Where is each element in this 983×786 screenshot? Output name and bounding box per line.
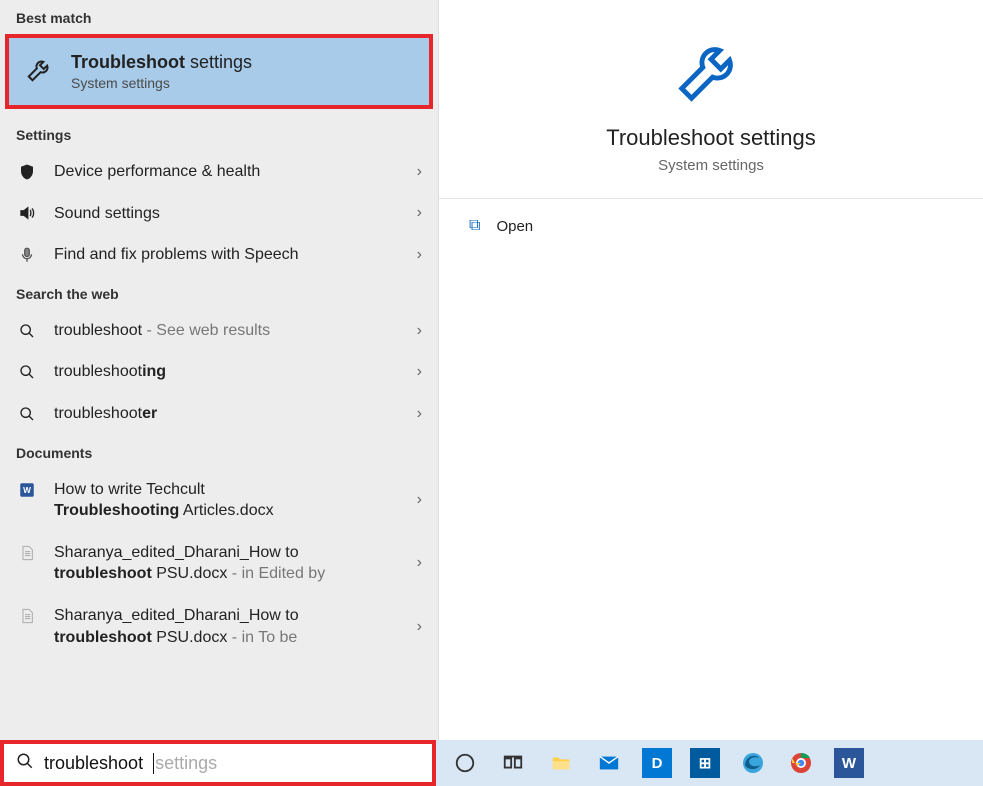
document-result-1[interactable]: Sharanya_edited_Dharani_How to troublesh… bbox=[0, 532, 438, 595]
search-typed-text: troubleshoot bbox=[44, 753, 143, 774]
chevron-right-icon: › bbox=[417, 554, 422, 572]
web-result-label: troubleshooting bbox=[54, 361, 166, 383]
file-explorer-icon[interactable] bbox=[546, 748, 576, 778]
dell-app-icon[interactable]: D bbox=[642, 748, 672, 778]
best-match-subtitle: System settings bbox=[71, 75, 252, 91]
chevron-right-icon: › bbox=[417, 363, 422, 381]
search-icon bbox=[16, 752, 34, 775]
chrome-icon[interactable] bbox=[786, 748, 816, 778]
search-icon bbox=[16, 364, 38, 380]
word-doc-icon: W bbox=[16, 481, 38, 499]
web-result-0[interactable]: troubleshoot - See web results › bbox=[0, 310, 438, 352]
file-icon bbox=[16, 544, 38, 562]
document-label: How to write Techcult Troubleshooting Ar… bbox=[54, 479, 274, 522]
search-icon bbox=[16, 406, 38, 422]
wrench-icon bbox=[25, 54, 55, 89]
web-result-2[interactable]: troubleshooter › bbox=[0, 393, 438, 435]
results-column: Best match Troubleshoot settings System … bbox=[0, 0, 438, 740]
speaker-icon bbox=[16, 204, 38, 222]
search-ghost-text: settings bbox=[153, 753, 217, 774]
best-match-title: Troubleshoot settings bbox=[71, 52, 252, 73]
open-action[interactable]: ⧉ Open bbox=[439, 199, 983, 253]
document-label: Sharanya_edited_Dharani_How to troublesh… bbox=[54, 542, 325, 585]
search-input[interactable]: troubleshoot settings bbox=[0, 740, 436, 786]
cortana-icon[interactable] bbox=[450, 748, 480, 778]
word-app-icon[interactable]: W bbox=[834, 748, 864, 778]
mail-icon[interactable] bbox=[594, 748, 624, 778]
microphone-icon bbox=[16, 246, 38, 264]
svg-text:W: W bbox=[23, 486, 31, 495]
chevron-right-icon: › bbox=[417, 405, 422, 423]
chevron-right-icon: › bbox=[417, 204, 422, 222]
web-result-label: troubleshoot - See web results bbox=[54, 320, 270, 342]
chevron-right-icon: › bbox=[417, 163, 422, 181]
section-settings: Settings bbox=[0, 117, 438, 151]
section-web: Search the web bbox=[0, 276, 438, 310]
chevron-right-icon: › bbox=[417, 322, 422, 340]
preview-subtitle: System settings bbox=[459, 157, 963, 174]
taskbar: D ⊞ W bbox=[436, 740, 983, 786]
settings-item-speech[interactable]: Find and fix problems with Speech › bbox=[0, 234, 438, 276]
chevron-right-icon: › bbox=[417, 618, 422, 636]
chevron-right-icon: › bbox=[417, 491, 422, 509]
shield-icon bbox=[16, 163, 38, 181]
web-result-1[interactable]: troubleshooting › bbox=[0, 351, 438, 393]
open-label: Open bbox=[496, 218, 533, 235]
wrench-icon bbox=[672, 95, 750, 112]
task-view-icon[interactable] bbox=[498, 748, 528, 778]
document-result-0[interactable]: W How to write Techcult Troubleshooting … bbox=[0, 469, 438, 532]
open-external-icon: ⧉ bbox=[469, 217, 480, 235]
file-icon bbox=[16, 607, 38, 625]
section-best-match: Best match bbox=[0, 0, 438, 34]
settings-item-device-performance[interactable]: Device performance & health › bbox=[0, 151, 438, 193]
preview-pane: Troubleshoot settings System settings ⧉ … bbox=[438, 0, 983, 740]
section-documents: Documents bbox=[0, 435, 438, 469]
edge-icon[interactable] bbox=[738, 748, 768, 778]
best-match-result[interactable]: Troubleshoot settings System settings bbox=[5, 34, 433, 109]
document-label: Sharanya_edited_Dharani_How to troublesh… bbox=[54, 605, 299, 648]
store-icon[interactable]: ⊞ bbox=[690, 748, 720, 778]
preview-title: Troubleshoot settings bbox=[459, 125, 963, 151]
web-result-label: troubleshooter bbox=[54, 403, 157, 425]
chevron-right-icon: › bbox=[417, 246, 422, 264]
search-icon bbox=[16, 323, 38, 339]
document-result-2[interactable]: Sharanya_edited_Dharani_How to troublesh… bbox=[0, 595, 438, 658]
settings-item-sound[interactable]: Sound settings › bbox=[0, 193, 438, 235]
